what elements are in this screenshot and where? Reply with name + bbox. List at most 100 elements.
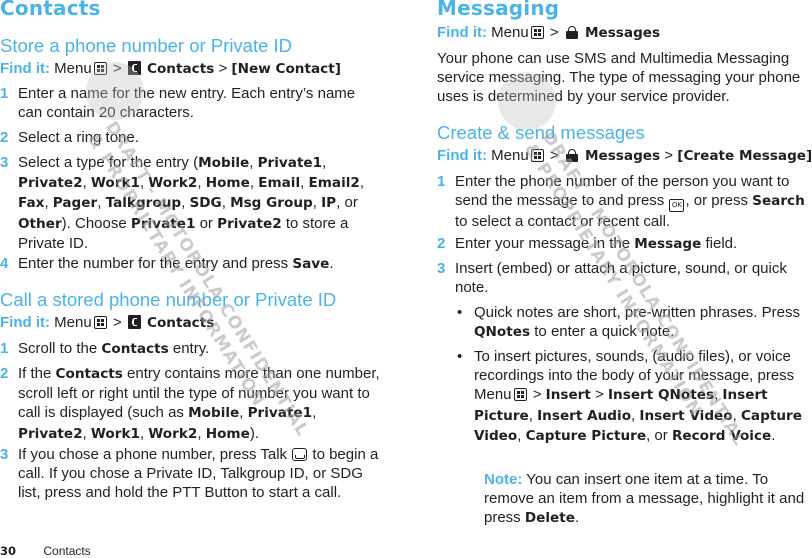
bold-term: Contacts (146, 61, 215, 77)
bold-term: Work2 (148, 425, 198, 442)
text: . (329, 255, 334, 272)
text: Find it: (437, 24, 487, 41)
messages-icon (565, 26, 579, 39)
messages-icon (565, 149, 579, 162)
text: Menu (491, 24, 529, 41)
bold-term: Email (258, 175, 301, 192)
bold-term: Insert Video (639, 407, 733, 424)
text: field. (705, 235, 738, 252)
text: > (112, 314, 122, 331)
bold-term: Insert Audio (537, 407, 632, 424)
menu-key-icon (530, 26, 544, 39)
text: to enter a quick note. (534, 323, 675, 341)
step-1-create: 1 Enter the phone number of the person y… (437, 172, 812, 231)
text: Select a type for the entry ( (18, 154, 199, 171)
find-it-store: Find it: Menu > Contacts > [New Contact] (0, 60, 341, 78)
text: > (218, 60, 228, 77)
text: > (549, 147, 559, 164)
step-1-call: 1 Scroll to the Contacts entry. (0, 339, 380, 359)
step-3-create: 3 Insert (embed) or attach a picture, so… (437, 259, 807, 297)
text: to select a contact or recent call. (455, 213, 671, 231)
bold-term: Work2 (148, 175, 198, 192)
page-title-messaging: Messaging (437, 0, 560, 20)
text: 1 (0, 340, 9, 357)
text: Find it: (0, 314, 50, 331)
bold-term: Pager (52, 195, 98, 212)
text: or (654, 426, 668, 444)
bold-term: Other (18, 215, 62, 232)
text: Find it: (437, 147, 487, 164)
page-title-contacts: Contacts (0, 0, 101, 20)
bold-term: Talkgroup (105, 195, 182, 212)
text: ). Choose (61, 214, 127, 232)
text: Menu (491, 147, 529, 164)
menu-key-icon (93, 316, 107, 329)
text: Enter a name for the new entry. Each ent… (18, 85, 356, 122)
bold-term: Messages (584, 148, 661, 164)
text: > (112, 60, 122, 77)
text: Quick notes are short, pre-written phras… (474, 304, 800, 321)
bullet-insert-media: • To insert pictures, sounds, (audio fil… (457, 348, 802, 444)
bold-term: IP (321, 195, 337, 212)
bold-term: Message (634, 236, 702, 252)
text: 3 (437, 260, 446, 277)
bold-term: Private1 (257, 155, 323, 171)
text: 3 (0, 446, 9, 463)
text: Scroll to the (18, 340, 98, 357)
bold-term: Save (292, 256, 330, 272)
text: or (199, 214, 213, 232)
bold-term: Private2 (18, 425, 83, 442)
section-heading-create: Create & send messages (437, 122, 645, 143)
bold-term: Private2 (18, 175, 83, 192)
bold-term: Msg Group (230, 195, 313, 212)
bold-term: Home (205, 175, 250, 192)
bold-term: Record Voice (671, 427, 772, 444)
messaging-intro: Your phone can use SMS and Multimedia Me… (437, 50, 801, 106)
bold-term: Search (752, 193, 805, 210)
talk-key-icon (292, 448, 308, 461)
section-heading-call: Call a stored phone number or Private ID (0, 289, 337, 310)
bold-term: Private1 (130, 215, 196, 232)
bold-term: [Create Message] (677, 148, 812, 164)
text: Menu (54, 60, 92, 77)
text: If the (18, 365, 52, 382)
text: 1 (437, 173, 446, 190)
text: Find it: (0, 60, 50, 77)
menu-key-icon (513, 388, 527, 402)
bold-term: Contacts (55, 366, 123, 382)
bullet-qnotes: • Quick notes are short, pre-written phr… (455, 303, 812, 342)
bold-term: Mobile (198, 155, 250, 171)
step-2-store: 2 Select a ring tone. (0, 128, 380, 147)
text: 2 (437, 235, 446, 252)
bold-term: SDG (189, 195, 222, 212)
menu-key-icon (530, 149, 544, 162)
step-2-create: 2 Enter your message in the Message fiel… (437, 234, 812, 254)
bold-term: Contacts (146, 315, 215, 331)
bold-term: Fax (18, 195, 45, 212)
text: 2 (0, 365, 9, 382)
find-it-call: Find it: Menu > Contacts (0, 314, 214, 332)
text: If you chose a phone number, press Talk (18, 446, 288, 463)
bold-term: Mobile (188, 405, 240, 422)
text: Menu (54, 314, 92, 331)
text: ). (249, 424, 259, 442)
text: 2 (0, 129, 9, 146)
bold-term: Capture Picture (525, 427, 647, 444)
contacts-icon (127, 61, 141, 75)
find-it-create: Find it: Menu > Messages > [Create Messa… (437, 147, 812, 165)
text: Enter the number for the entry and press (18, 255, 289, 272)
text: Select a ring tone. (18, 129, 139, 146)
bold-term: Home (205, 425, 250, 442)
menu-key-icon (93, 62, 107, 75)
bold-term: [New Contact] (231, 61, 341, 77)
text: 4 (0, 255, 9, 272)
bold-term: Insert (545, 387, 591, 404)
text: entry. (172, 340, 210, 357)
bold-term: Contacts (101, 341, 169, 357)
text: or (344, 194, 358, 212)
ok-key-icon: OK (669, 199, 685, 213)
bold-term: Work1 (90, 425, 140, 442)
text: • (457, 348, 463, 365)
note: Note: You can insert one item at a time.… (484, 470, 812, 529)
text: • (457, 304, 463, 321)
